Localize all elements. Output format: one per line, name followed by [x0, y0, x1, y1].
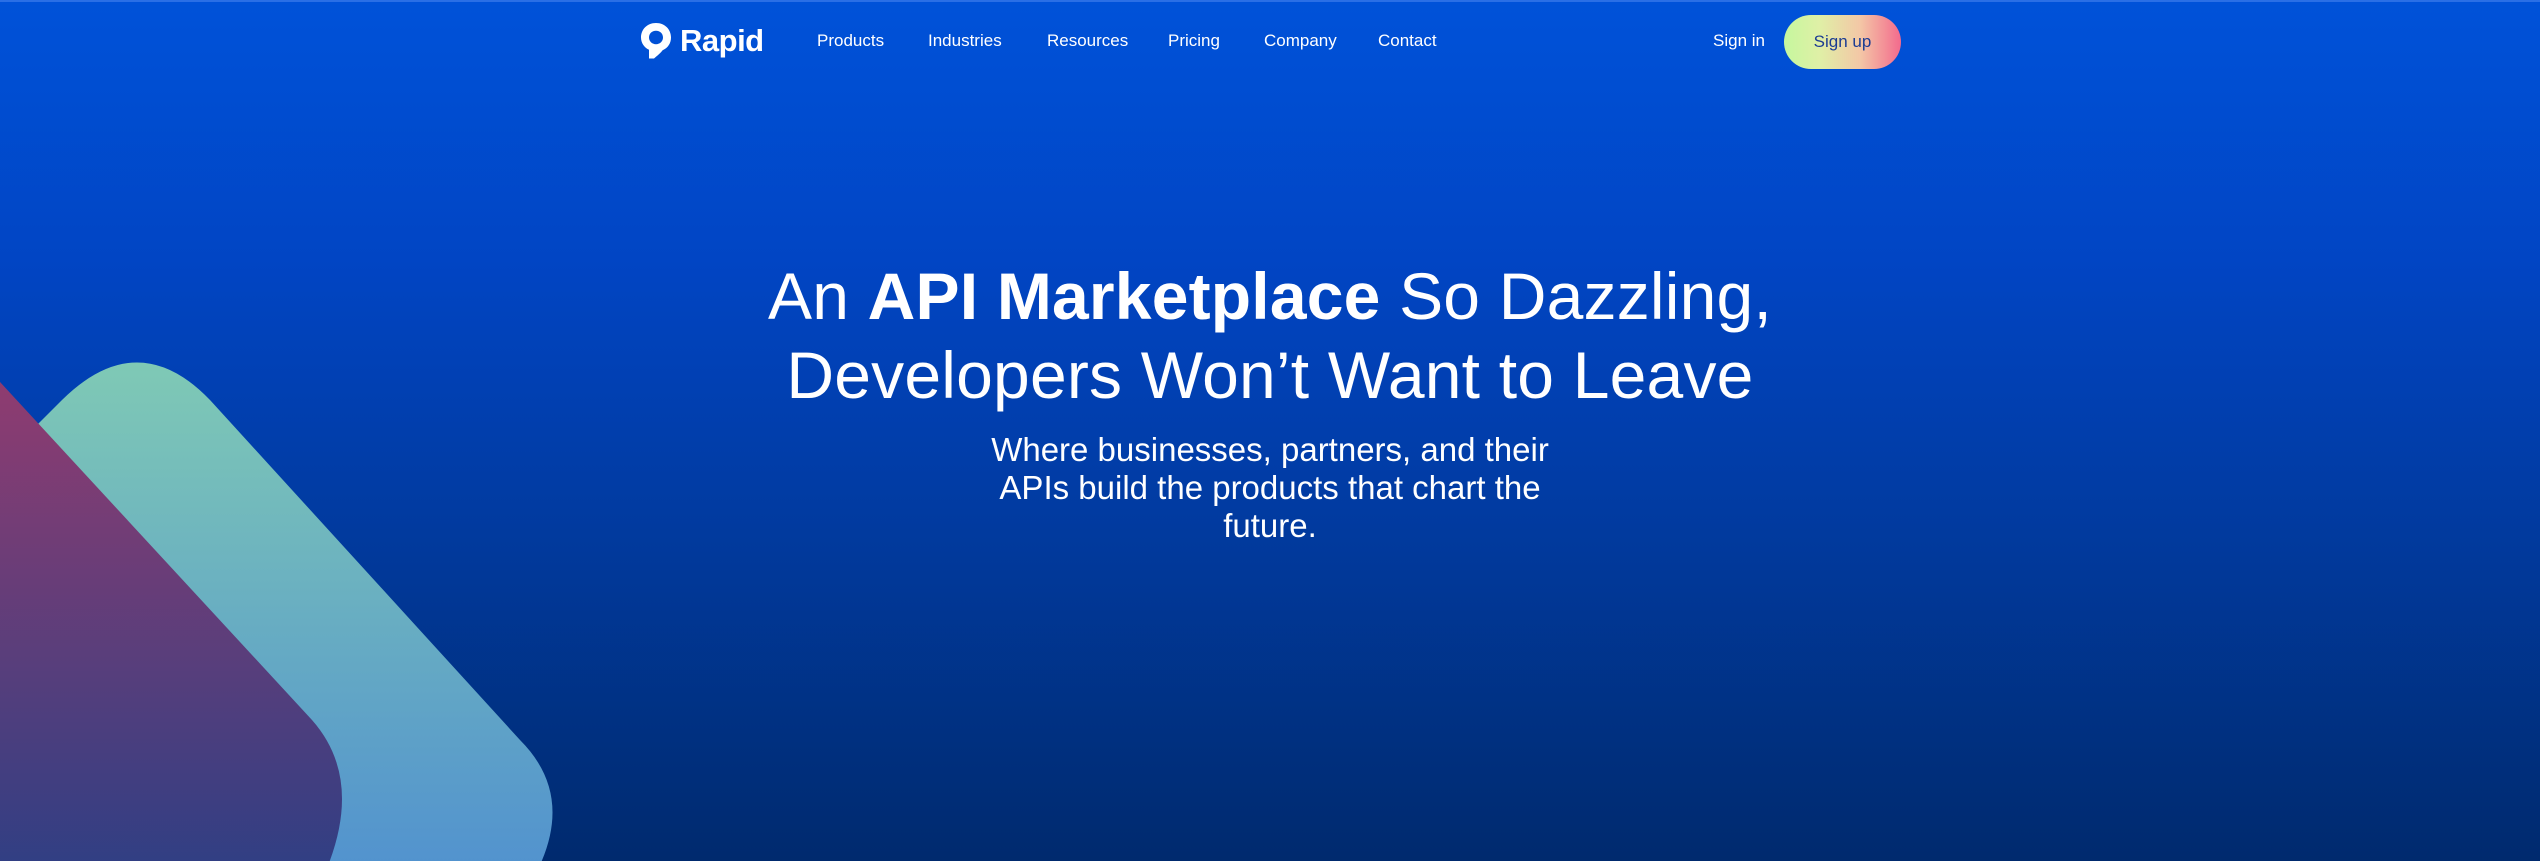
- sign-up-button[interactable]: Sign up: [1784, 15, 1901, 69]
- brand-logo-link[interactable]: Rapid: [640, 22, 764, 60]
- magenta-rounded-shape: [0, 382, 342, 861]
- nav-link-industries[interactable]: Industries: [928, 29, 1002, 53]
- hero-title-line2: Developers Won’t Want to Leave: [786, 338, 1754, 412]
- hero-title-prefix: An: [767, 259, 868, 333]
- hero-title-suffix: So Dazzling,: [1380, 259, 1772, 333]
- sign-in-link[interactable]: Sign in: [1713, 29, 1765, 53]
- nav-link-company[interactable]: Company: [1264, 29, 1337, 53]
- teal-rounded-shape: [0, 362, 553, 861]
- hero-subtitle: Where businesses, partners, and their AP…: [991, 431, 1549, 544]
- top-navigation: Rapid Products Industries Resources Pric…: [0, 0, 2540, 82]
- hero-title: An API Marketplace So Dazzling, Developer…: [570, 257, 1970, 415]
- nav-link-resources[interactable]: Resources: [1047, 29, 1128, 53]
- rapid-logo-icon: [641, 23, 671, 59]
- brand-name: Rapid: [680, 23, 764, 58]
- nav-link-contact[interactable]: Contact: [1378, 29, 1437, 53]
- nav-link-products[interactable]: Products: [817, 29, 884, 53]
- nav-link-pricing[interactable]: Pricing: [1168, 29, 1220, 53]
- hero-title-bold: API Marketplace: [867, 259, 1381, 333]
